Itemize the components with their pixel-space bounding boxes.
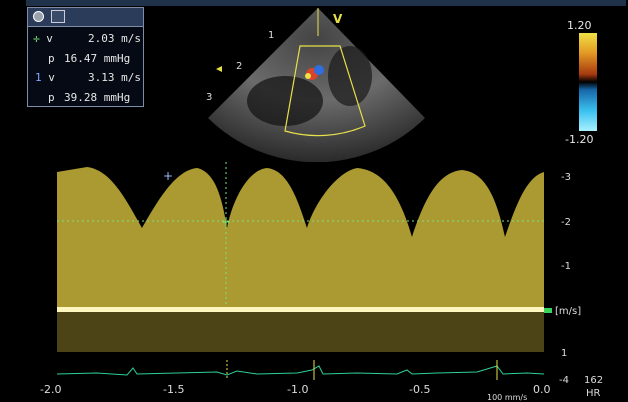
apex-label: V	[333, 12, 343, 26]
echo-sector-image[interactable]: V 1 2 3	[200, 6, 430, 166]
color-velocity-bar	[579, 33, 597, 131]
velocity-tick--2: -2	[561, 217, 571, 228]
measurement-2-velocity-value: 3.13 m/s	[88, 71, 141, 84]
time-tick--2.0: -2.0	[40, 383, 62, 396]
crosshair-cursor-icon[interactable]: +	[221, 215, 231, 229]
time-tick--1.5: -1.5	[163, 383, 185, 396]
doppler-spectrum[interactable]: + +	[57, 162, 544, 358]
measurement-2-pressure-label: p	[48, 91, 55, 104]
measurement-2-pressure-value: 39.28 mmHg	[64, 91, 131, 104]
sector-fan	[208, 8, 425, 163]
velocity-tick-1: 1	[561, 348, 568, 359]
velocity-tick--3: -3	[561, 172, 571, 183]
depth-mark-3: 3	[206, 92, 212, 103]
heart-rate-label: HR	[586, 388, 601, 399]
crosshair-marker-icon: ✛	[33, 32, 40, 45]
velocity-tick--1: -1	[561, 261, 571, 272]
time-tick--0.5: -0.5	[409, 383, 431, 396]
sweep-speed-label: 100 mm/s	[487, 393, 528, 402]
colorbar-bottom-label: -1.20	[565, 133, 594, 146]
baseline-handle[interactable]	[544, 308, 552, 313]
measurement-1-pressure-value: 16.47 mmHg	[64, 52, 131, 65]
measurement-2-velocity: 1 v	[35, 71, 55, 84]
measurement-1-velocity-value: 2.03 m/s	[88, 32, 141, 45]
record-indicator-icon[interactable]	[33, 11, 44, 22]
measurement-1-velocity: ✛ v	[33, 32, 53, 45]
depth-mark-2: 2	[236, 61, 242, 72]
screenshot-icon[interactable]	[51, 10, 65, 23]
marker-1-label: 1	[35, 71, 42, 84]
ecg-trace	[57, 360, 544, 380]
depth-mark-1: 1	[268, 30, 274, 41]
colorbar-top-label: 1.20	[567, 19, 592, 32]
measurement-panel: ✛ v 2.03 m/s p 16.47 mmHg 1 v 3.13 m/s p…	[27, 7, 144, 107]
marker-1-cursor-icon[interactable]: +	[163, 169, 173, 183]
heart-rate-value: 162	[584, 375, 604, 386]
baseline	[57, 307, 544, 312]
focus-marker-icon	[216, 66, 222, 72]
velocity-unit-label: [m/s]	[555, 306, 582, 317]
time-tick-0.0: 0.0	[533, 383, 551, 396]
measurement-panel-header	[28, 8, 143, 27]
time-tick--1.0: -1.0	[287, 383, 309, 396]
measurement-1-pressure-label: p	[48, 52, 55, 65]
depth-tick--4: -4	[559, 375, 569, 386]
